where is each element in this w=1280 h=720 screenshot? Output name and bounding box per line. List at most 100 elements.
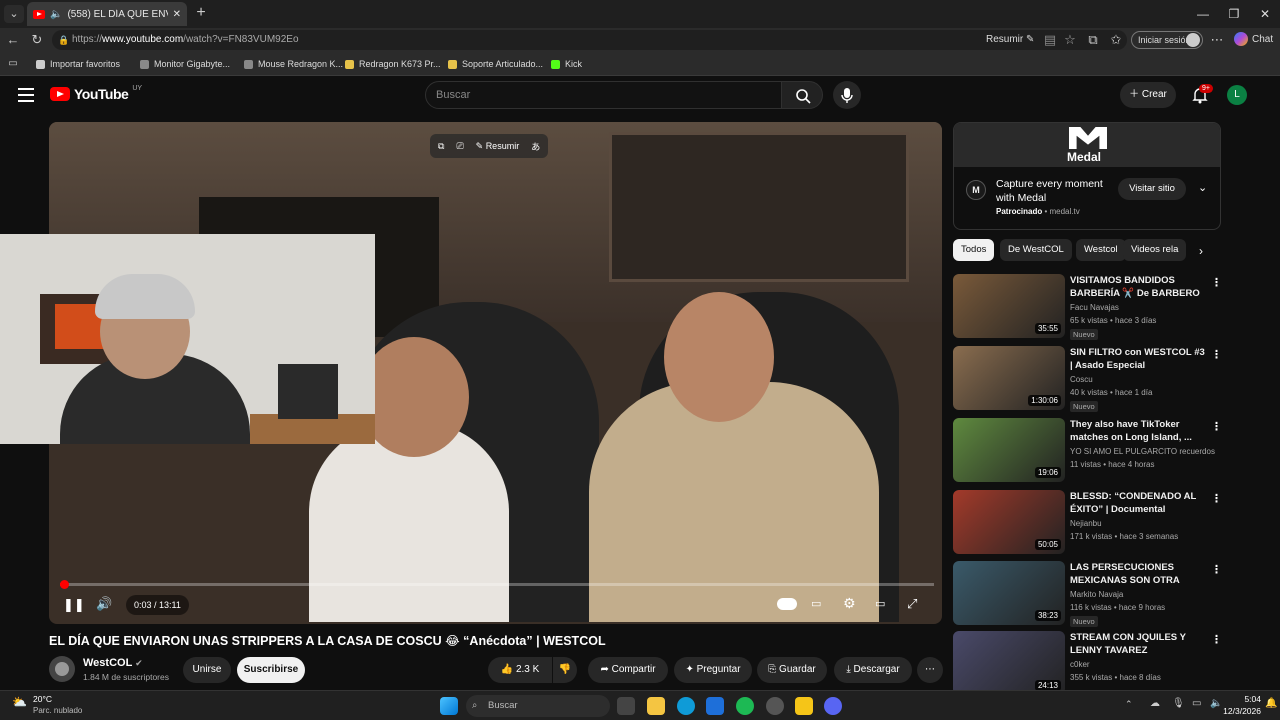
mic-tray-icon[interactable]: 🎙 <box>1172 698 1185 709</box>
video-title[interactable]: LAS PERSECUCIONES MEXICANAS SON OTRA COS… <box>1070 561 1210 587</box>
channel-name[interactable]: Facu Navajas <box>1070 303 1119 312</box>
clock[interactable]: 5:04 <box>1225 694 1261 704</box>
extensions-icon[interactable]: ⧉ <box>1084 31 1102 49</box>
create-button[interactable]: ＋ Crear <box>1120 82 1176 108</box>
taskbar-search-input[interactable]: ⌕ Buscar <box>466 695 610 717</box>
theater-mode-icon[interactable]: ▭ <box>875 597 885 610</box>
minimize-button[interactable]: — <box>1186 0 1220 28</box>
channel-name[interactable]: Nejianbu <box>1070 519 1102 528</box>
favorites-icon[interactable]: ✩ <box>1107 31 1125 49</box>
chevron-right-icon[interactable]: › <box>1199 244 1203 258</box>
settings-gear-icon[interactable]: ⚙ <box>843 595 856 612</box>
visit-site-button[interactable]: Visitar sitio <box>1118 178 1186 200</box>
more-menu-icon[interactable]: ⋯ <box>1208 31 1226 49</box>
more-options-icon[interactable]: ⋮ <box>1211 563 1222 576</box>
channel-name[interactable]: c0ker <box>1070 660 1090 669</box>
restore-button[interactable]: ❐ <box>1217 0 1251 28</box>
bookmark-item[interactable]: Kick <box>551 52 582 76</box>
copilot-chat-button[interactable]: Chat <box>1234 31 1273 49</box>
save-button[interactable]: ⎘ Guardar <box>757 657 827 683</box>
dislike-button[interactable]: 👎 <box>553 657 577 683</box>
bookmark-item[interactable]: Redragon K673 Pr... <box>345 52 441 76</box>
start-windows-icon[interactable] <box>440 697 458 715</box>
video-thumbnail[interactable]: 1:30:06 <box>953 346 1065 410</box>
store-icon[interactable] <box>706 697 724 715</box>
progress-bar[interactable] <box>60 580 934 589</box>
chip-1[interactable]: De WestCOL <box>1000 239 1072 261</box>
close-window-button[interactable]: ✕ <box>1248 0 1280 28</box>
video-thumbnail[interactable]: 50:05 <box>953 490 1065 554</box>
recommended-video[interactable]: 19:06 They also have TikToker matches on … <box>953 418 1222 482</box>
video-title[interactable]: STREAM CON JQUILES Y LENNY TAVAREZ <box>1070 631 1210 657</box>
chevron-down-icon[interactable]: ⌄ <box>1198 181 1207 194</box>
app-two-icon[interactable] <box>795 697 813 715</box>
channel-name[interactable]: YO SI AMO EL PULGARCITO recuerdos <box>1070 447 1215 456</box>
reload-button[interactable]: ↻ <box>28 31 46 49</box>
browser-tab[interactable]: 🔈 (558) EL DÍA QUE ENVIARON ✕ <box>27 2 187 26</box>
chip-3[interactable]: Videos rela <box>1123 239 1187 261</box>
channel-name[interactable]: Markito Navaja <box>1070 590 1123 599</box>
more-options-icon[interactable]: ⋮ <box>1211 348 1222 361</box>
bookmark-item[interactable]: Soporte Articulado... <box>448 52 543 76</box>
menu-hamburger-icon[interactable] <box>18 88 34 102</box>
channel-avatar[interactable] <box>49 656 75 682</box>
back-button[interactable]: ← <box>4 31 22 49</box>
sponsored-ad-card[interactable]: Medal M Capture every moment with Medal … <box>953 122 1221 230</box>
ask-button[interactable]: ✦ Preguntar <box>674 657 752 683</box>
video-title[interactable]: SIN FILTRO con WESTCOL #3 | Asado Especi… <box>1070 346 1210 372</box>
more-options-icon[interactable]: ⋮ <box>1211 420 1222 433</box>
more-options-icon[interactable]: ⋮ <box>1211 276 1222 289</box>
site-info-icon[interactable]: 🔒 <box>58 30 69 50</box>
video-thumbnail[interactable]: 38:23 <box>953 561 1065 625</box>
tray-chevron-icon[interactable]: ⌃ <box>1125 699 1133 710</box>
like-button[interactable]: 👍 2.3 K <box>488 657 552 683</box>
video-title[interactable]: They also have TikToker matches on Long … <box>1070 418 1210 444</box>
cloud-icon[interactable]: ☁ <box>1150 698 1160 709</box>
video-thumbnail[interactable]: 35:55 <box>953 274 1065 338</box>
share-button[interactable]: ➦ Compartir <box>588 657 668 683</box>
translate-icon[interactable]: あ <box>531 140 540 153</box>
signin-button[interactable]: Iniciar sesión <box>1131 31 1203 49</box>
youtube-logo[interactable]: YouTube UY <box>50 85 142 102</box>
more-actions-button[interactable]: ⋯ <box>917 657 943 683</box>
bookmark-item[interactable]: Mouse Redragon K... <box>244 52 343 76</box>
video-title[interactable]: BLESSD: “CONDENADO AL ÉXITO” | Documenta… <box>1070 490 1210 516</box>
subtitles-icon[interactable]: ▭ <box>811 597 821 610</box>
pause-button[interactable]: ❚❚ <box>63 597 85 613</box>
chip-2[interactable]: Westcol <box>1076 239 1126 261</box>
discord-icon[interactable] <box>824 697 842 715</box>
weather-temp[interactable]: 20°C <box>33 694 52 704</box>
recommended-video[interactable]: 50:05 BLESSD: “CONDENADO AL ÉXITO” | Docu… <box>953 490 1222 554</box>
close-tab-icon[interactable]: ✕ <box>173 9 181 20</box>
notifications-icon[interactable]: 🔔 <box>1265 698 1277 709</box>
task-view-icon[interactable] <box>617 697 635 715</box>
download-button[interactable]: ⤓ Descargar <box>834 657 912 683</box>
recommended-video[interactable]: 38:23 LAS PERSECUCIONES MEXICANAS SON OTR… <box>953 561 1222 627</box>
summarize-button[interactable]: Resumir ✎ <box>986 30 1034 50</box>
autoplay-toggle[interactable] <box>777 598 797 610</box>
capture-icon[interactable]: ⎚ <box>456 141 463 152</box>
favorite-star-icon[interactable]: ☆ <box>1061 31 1079 49</box>
subscribe-button[interactable]: Suscribirse <box>237 657 305 683</box>
recommended-video[interactable]: 24:13 STREAM CON JQUILES Y LENNY TAVAREZ c… <box>953 631 1222 695</box>
bookmark-item[interactable]: Monitor Gigabyte... <box>140 52 230 76</box>
video-thumbnail[interactable]: 19:06 <box>953 418 1065 482</box>
voice-search-button[interactable] <box>833 81 861 109</box>
progress-scrubber[interactable] <box>60 580 69 589</box>
url-field[interactable]: 🔒 https://www.youtube.com/watch?v=FN83VU… <box>52 30 1127 50</box>
reading-view-icon[interactable]: ▭ <box>4 55 22 73</box>
chip-0[interactable]: Todos <box>953 239 995 261</box>
overlay-summarize-button[interactable]: ✎ Resumir <box>476 141 520 152</box>
recommended-video[interactable]: 1:30:06 SIN FILTRO con WESTCOL #3 | Asado… <box>953 346 1222 412</box>
fullscreen-icon[interactable]: ⤢ <box>907 596 917 612</box>
video-thumbnail[interactable]: 24:13 <box>953 631 1065 695</box>
video-title[interactable]: VISITAMOS BANDIDOS BARBERÍA ✂️ De BARBER… <box>1070 274 1210 300</box>
volume-icon[interactable]: 🔊 <box>96 596 112 612</box>
edge-icon[interactable] <box>677 697 695 715</box>
channel-name[interactable]: Coscu <box>1070 375 1093 384</box>
tab-list-button[interactable]: ⌄ <box>4 5 24 23</box>
new-tab-button[interactable]: + <box>192 4 210 22</box>
spotify-icon[interactable] <box>736 697 754 715</box>
bookmark-item[interactable]: Importar favoritos <box>36 52 120 76</box>
app-icon[interactable] <box>766 697 784 715</box>
